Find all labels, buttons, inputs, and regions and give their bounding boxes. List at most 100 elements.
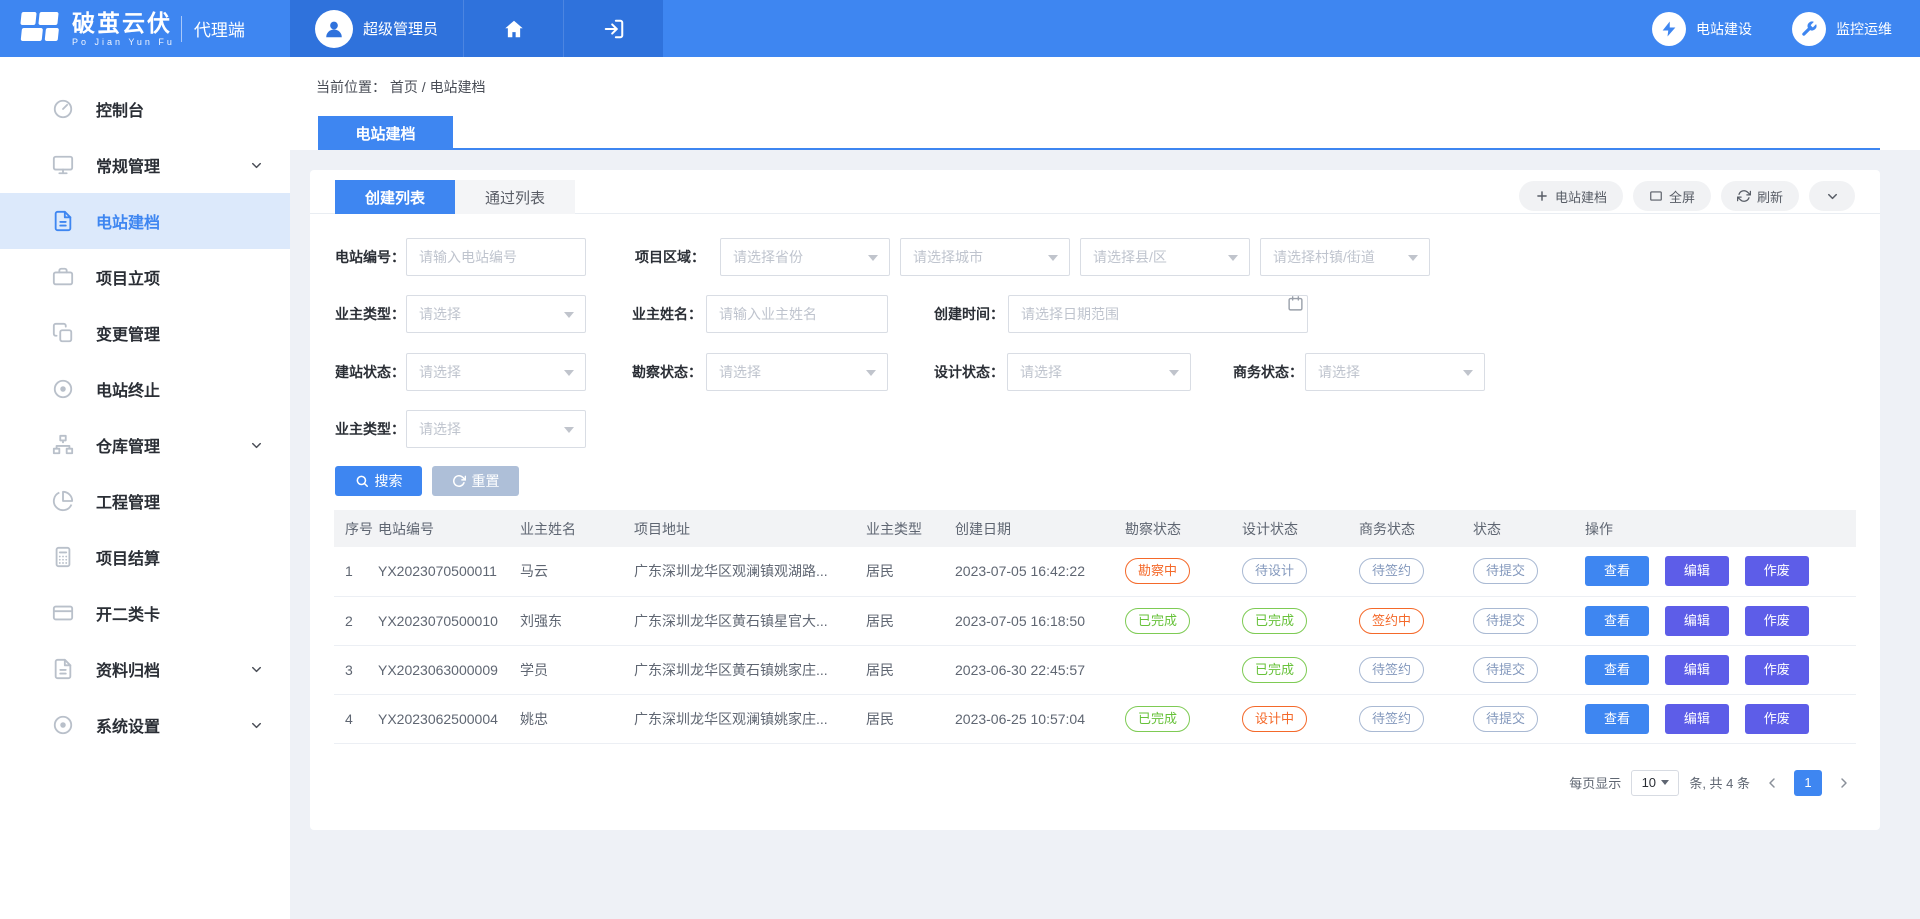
disc-icon — [52, 714, 74, 736]
cell-owner-type: 居民 — [866, 547, 955, 596]
chevron-left-icon — [1764, 775, 1780, 791]
design-status-badge: 设计中 — [1242, 706, 1307, 732]
prev-page-button[interactable] — [1760, 770, 1784, 796]
main-content: 当前位置： 首页 / 电站建档 电站建档 创建列表 通过列表 电站建档 全屏 — [290, 57, 1920, 919]
edit-button[interactable]: 编辑 — [1665, 606, 1729, 636]
owner-type-select[interactable]: 请选择 — [406, 295, 586, 333]
tab-passed-list[interactable]: 通过列表 — [455, 180, 575, 214]
brand-pinyin: Po Jian Yun Fu — [72, 37, 175, 47]
pagination: 每页显示 10 条, 共 4 条 1 — [310, 770, 1856, 796]
void-button[interactable]: 作废 — [1745, 606, 1809, 636]
survey-status-select[interactable]: 请选择 — [706, 353, 888, 391]
refresh-label: 刷新 — [1757, 187, 1783, 206]
town-select[interactable]: 请选择村镇/街道 — [1260, 238, 1430, 276]
cell-owner-type: 居民 — [866, 694, 955, 743]
col-seq: 序号 — [334, 510, 378, 547]
pie-chart-icon — [52, 490, 74, 512]
county-select[interactable]: 请选择县/区 — [1080, 238, 1250, 276]
sidebar-item-label: 控制台 — [96, 97, 144, 121]
view-button[interactable]: 查看 — [1585, 606, 1649, 636]
business-status-badge: 签约中 — [1359, 608, 1424, 634]
tab-create-list[interactable]: 创建列表 — [335, 180, 455, 214]
user-name: 超级管理员 — [363, 18, 438, 39]
search-button[interactable]: 搜索 — [335, 466, 422, 496]
user-menu[interactable]: 超级管理员 — [290, 0, 463, 57]
sidebar-item-general-mgmt[interactable]: 常规管理 — [0, 137, 290, 193]
cell-address: 广东深圳龙华区观澜镇观湖路... — [634, 547, 866, 596]
city-select[interactable]: 请选择城市 — [900, 238, 1070, 276]
design-status-select[interactable]: 请选择 — [1007, 353, 1191, 391]
topbar-spacer — [663, 0, 1652, 57]
fullscreen-button[interactable]: 全屏 — [1633, 181, 1711, 211]
create-time-input[interactable] — [1008, 295, 1308, 333]
sidebar-item-system-settings[interactable]: 系统设置 — [0, 697, 290, 753]
create-station-button[interactable]: 电站建档 — [1519, 181, 1623, 211]
page-1-button[interactable]: 1 — [1794, 770, 1822, 796]
sidebar-item-warehouse-mgmt[interactable]: 仓库管理 — [0, 417, 290, 473]
table-row: 2 YX2023070500010 刘强东 广东深圳龙华区黄石镇星官大... 居… — [334, 596, 1856, 645]
col-owner-type: 业主类型 — [866, 510, 955, 547]
survey-status-badge: 已完成 — [1125, 608, 1190, 634]
page-size-select[interactable]: 10 — [1631, 770, 1679, 796]
sidebar-item-label: 电站建档 — [96, 209, 160, 233]
next-page-button[interactable] — [1832, 770, 1856, 796]
province-select[interactable]: 请选择省份 — [720, 238, 890, 276]
panel-header: 创建列表 通过列表 电站建档 全屏 刷新 — [310, 170, 1880, 214]
sidebar-item-engineering-mgmt[interactable]: 工程管理 — [0, 473, 290, 529]
business-status-select[interactable]: 请选择 — [1305, 353, 1485, 391]
cell-owner-type: 居民 — [866, 645, 955, 694]
build-status-select[interactable]: 请选择 — [406, 353, 586, 391]
search-label: 搜索 — [375, 471, 403, 491]
col-created: 创建日期 — [955, 510, 1125, 547]
sidebar-item-change-mgmt[interactable]: 变更管理 — [0, 305, 290, 361]
per-page-label: 每页显示 — [1569, 773, 1621, 792]
sidebar-item-label: 项目结算 — [96, 545, 160, 569]
breadcrumb-home[interactable]: 首页 — [390, 79, 418, 95]
sidebar-item-dashboard[interactable]: 控制台 — [0, 81, 290, 137]
edit-button[interactable]: 编辑 — [1665, 655, 1729, 685]
void-button[interactable]: 作废 — [1745, 655, 1809, 685]
sidebar-item-project-settlement[interactable]: 项目结算 — [0, 529, 290, 585]
edit-button[interactable]: 编辑 — [1665, 556, 1729, 586]
view-button[interactable]: 查看 — [1585, 704, 1649, 734]
top-bar: 破茧云伏 Po Jian Yun Fu 代理端 超级管理员 — [0, 0, 1920, 57]
sidebar-item-project-initiation[interactable]: 项目立项 — [0, 249, 290, 305]
view-button[interactable]: 查看 — [1585, 655, 1649, 685]
chevron-right-icon — [1836, 775, 1852, 791]
page-tab-station-archive[interactable]: 电站建档 — [318, 116, 453, 150]
owner-name-input[interactable] — [706, 295, 888, 333]
station-no-label: 电站编号： — [335, 238, 405, 276]
station-no-input[interactable] — [406, 238, 586, 276]
edit-button[interactable]: 编辑 — [1665, 704, 1729, 734]
reset-button[interactable]: 重置 — [432, 466, 519, 496]
sidebar-item-label: 变更管理 — [96, 321, 160, 345]
refresh-button[interactable]: 刷新 — [1721, 181, 1799, 211]
sidebar-item-station-archive[interactable]: 电站建档 — [0, 193, 290, 249]
region-label: 项目区域： — [635, 238, 705, 276]
cell-created: 2023-06-25 10:57:04 — [955, 694, 1125, 743]
nav-station-build[interactable]: 电站建设 — [1652, 12, 1752, 46]
void-button[interactable]: 作废 — [1745, 704, 1809, 734]
logout-button[interactable] — [563, 0, 663, 57]
cell-seq: 3 — [334, 645, 378, 694]
sidebar-item-label: 资料归档 — [96, 657, 160, 681]
void-button[interactable]: 作废 — [1745, 556, 1809, 586]
sidebar-item-card-opening[interactable]: 开二类卡 — [0, 585, 290, 641]
calendar-icon — [1287, 295, 1304, 312]
collapse-toolbar-button[interactable] — [1809, 181, 1855, 211]
brand: 破茧云伏 Po Jian Yun Fu 代理端 — [0, 0, 290, 57]
nav-monitor-ops[interactable]: 监控运维 — [1792, 12, 1892, 46]
design-status-badge: 待设计 — [1242, 558, 1307, 584]
survey-status-badge: 勘察中 — [1125, 558, 1190, 584]
chevron-down-icon — [249, 158, 264, 173]
cell-owner: 刘强东 — [520, 596, 634, 645]
home-button[interactable] — [463, 0, 563, 57]
build-status-label: 建站状态： — [335, 353, 405, 391]
town-placeholder: 请选择村镇/街道 — [1273, 247, 1375, 267]
caret-down-icon — [564, 427, 574, 433]
sidebar-item-data-archive[interactable]: 资料归档 — [0, 641, 290, 697]
status-badge: 待提交 — [1473, 706, 1538, 732]
owner-type2-select[interactable]: 请选择 — [406, 410, 586, 448]
sidebar-item-station-termination[interactable]: 电站终止 — [0, 361, 290, 417]
view-button[interactable]: 查看 — [1585, 556, 1649, 586]
